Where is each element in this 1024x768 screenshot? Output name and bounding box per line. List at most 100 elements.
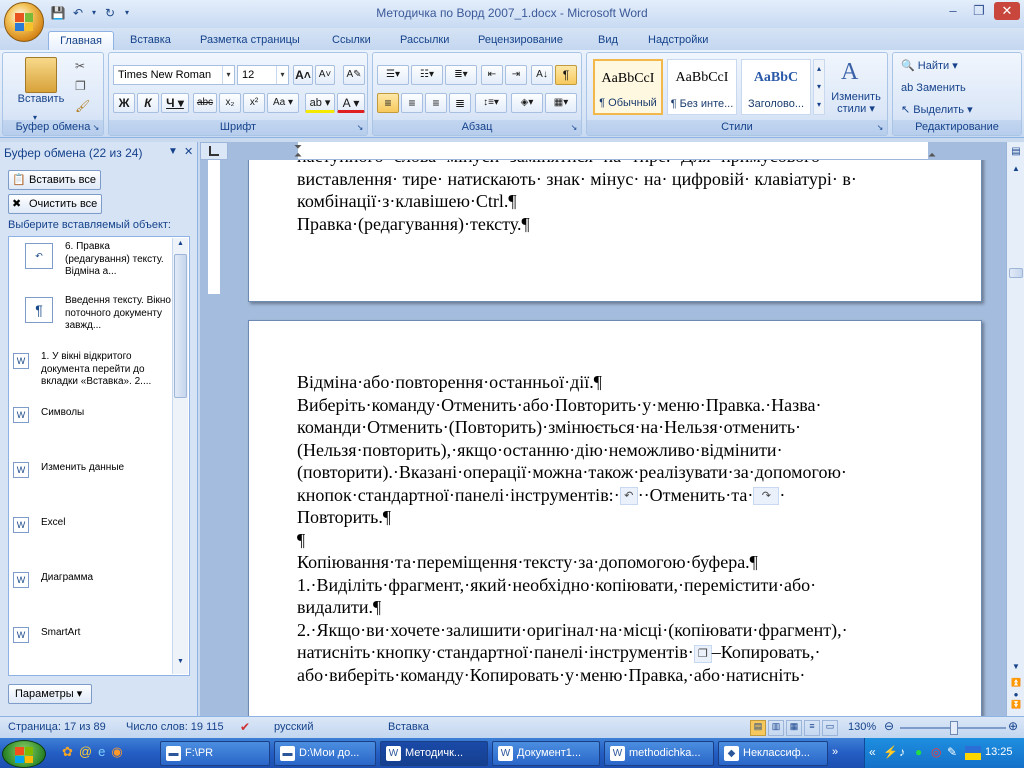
list-item[interactable]: W 1. У вікні відкритого документа перейт… [13, 351, 173, 391]
highlight-icon[interactable]: ab ▾ [305, 93, 335, 113]
styles-scroll[interactable]: ▴ ▾ ▾ [813, 59, 825, 115]
list-item[interactable]: W Excel [13, 515, 173, 535]
page[interactable]: наступного· слова· мінуси· замінятися· н… [248, 142, 982, 302]
volume-icon[interactable]: ♪ [899, 745, 905, 759]
shrink-font-icon[interactable]: A˅ [315, 65, 335, 85]
zoom-out-icon[interactable]: ⊖ [884, 719, 894, 733]
clear-formatting-icon[interactable]: A✎ [343, 65, 365, 85]
subscript-icon[interactable]: x₂ [219, 93, 241, 113]
tab-references[interactable]: Ссылки [324, 31, 379, 50]
horizontal-ruler[interactable]: ⏷ ⏶ ⏶ [228, 142, 1008, 161]
browse-object-icon[interactable]: ● [1009, 690, 1023, 700]
numbering-icon[interactable]: ☷▾ [411, 65, 443, 85]
update-icon[interactable]: ✎ [947, 745, 957, 759]
vertical-ruler[interactable] [200, 160, 226, 716]
more-windows-icon[interactable]: » [832, 746, 838, 758]
insert-mode-indicator[interactable]: Вставка [388, 721, 429, 733]
keyboard-layout-icon[interactable] [965, 746, 981, 760]
clear-all-button[interactable]: ✖ Очистить все [8, 194, 103, 214]
outline-view-icon[interactable]: ≡ [804, 720, 820, 736]
decrease-indent-icon[interactable]: ⇤ [481, 65, 503, 85]
paste-icon[interactable] [25, 57, 57, 93]
web-layout-icon[interactable]: ▦ [786, 720, 802, 736]
hanging-indent-icon[interactable]: ⏶ [294, 150, 302, 161]
change-case-icon[interactable]: Aa ▾ [267, 93, 299, 113]
select-button[interactable]: ↖ Выделить ▾ [901, 101, 973, 119]
scroll-thumb[interactable] [1009, 268, 1023, 278]
previous-page-icon[interactable]: ⏫ [1009, 678, 1023, 690]
borders-icon[interactable]: ▦▾ [545, 93, 577, 113]
style-heading[interactable]: AaBbC Заголово... [741, 59, 811, 115]
find-button[interactable]: 🔍 Найти ▾ [901, 57, 958, 75]
increase-indent-icon[interactable]: ⇥ [505, 65, 527, 85]
align-left-icon[interactable]: ≡ [377, 93, 399, 113]
dialog-launcher-icon[interactable]: ↘ [355, 123, 365, 133]
zoom-slider-thumb[interactable] [950, 721, 958, 735]
superscript-icon[interactable]: x² [243, 93, 265, 113]
line-spacing-icon[interactable]: ↕≡▾ [475, 93, 507, 113]
right-indent-icon[interactable]: ⏶ [928, 150, 936, 161]
scroll-down-icon[interactable]: ▼ [174, 658, 187, 670]
tab-page-layout[interactable]: Разметка страницы [192, 31, 308, 50]
scroll-down-icon[interactable]: ▼ [1009, 662, 1023, 674]
change-styles-button[interactable]: Изменить стили ▾ [825, 91, 887, 115]
tab-view[interactable]: Вид [590, 31, 626, 50]
network-icon[interactable]: ⚡ [883, 745, 898, 759]
clip-list-scrollbar[interactable]: ▲ ▼ [172, 238, 188, 674]
dialog-launcher-icon[interactable]: ↘ [569, 123, 579, 133]
chevron-down-icon[interactable]: ▾ [222, 66, 234, 84]
draft-view-icon[interactable]: ▭ [822, 720, 838, 736]
font-size-combo[interactable]: 12 ▾ [237, 65, 289, 85]
butterfly-icon[interactable]: ✿ [62, 744, 73, 764]
align-center-icon[interactable]: ≡ [401, 93, 423, 113]
justify-icon[interactable]: ≣ [449, 93, 471, 113]
underline-icon[interactable]: Ч ▾ [161, 93, 189, 113]
language-indicator[interactable]: русский [274, 721, 313, 733]
spelling-check-icon[interactable]: ✔ [240, 720, 250, 734]
bold-icon[interactable]: Ж [113, 93, 135, 113]
tab-selector[interactable] [200, 142, 228, 160]
taskbar-item[interactable]: ◆ Неклассиф... [718, 741, 828, 766]
tab-addins[interactable]: Надстройки [640, 31, 716, 50]
page-count[interactable]: Страница: 17 из 89 [8, 721, 106, 733]
dialog-launcher-icon[interactable]: ↘ [91, 123, 101, 133]
list-item[interactable]: ↶ 6. Правка (редагування) тексту. Відмін… [13, 241, 173, 289]
document-scrollbar[interactable]: ▤ ▲ ▼ ⏫ ● ⏬ [1006, 142, 1024, 716]
list-item[interactable]: W Символы [13, 405, 173, 425]
list-item[interactable]: W Диаграмма [13, 570, 173, 590]
tab-review[interactable]: Рецензирование [470, 31, 571, 50]
browser-icon[interactable]: e [98, 744, 105, 764]
list-item[interactable]: ¶ Введення тексту. Вікно поточного докум… [13, 295, 173, 335]
list-item[interactable]: W Изменить данные [13, 460, 173, 480]
close-icon[interactable]: ✕ [994, 2, 1020, 20]
office-button[interactable] [4, 2, 44, 42]
print-layout-icon[interactable]: ▤ [750, 720, 766, 736]
replace-button[interactable]: ab Заменить [901, 79, 966, 97]
show-formatting-icon[interactable]: ¶ [555, 65, 577, 85]
start-button[interactable] [2, 740, 46, 768]
sort-icon[interactable]: A↓ [531, 65, 553, 85]
tab-mailings[interactable]: Рассылки [392, 31, 457, 50]
scroll-up-icon[interactable]: ▲ [174, 240, 187, 252]
taskbar-item[interactable]: ▬ D:\Мои до... [274, 741, 376, 766]
options-button[interactable]: Параметры ▾ [8, 684, 92, 704]
scroll-thumb[interactable] [174, 254, 187, 398]
word-count[interactable]: Число слов: 19 115 [126, 721, 224, 733]
style-no-spacing[interactable]: AaBbCcI ¶ Без инте... [667, 59, 737, 115]
paste-all-button[interactable]: 📋 Вставить все [8, 170, 102, 190]
maximize-icon[interactable]: ❐ [966, 2, 992, 20]
bullets-icon[interactable]: ☰▾ [377, 65, 409, 85]
page[interactable]: Відміна·або·повторення·останньої·дії.¶ В… [248, 320, 982, 716]
zoom-level[interactable]: 130% [848, 721, 876, 733]
list-item[interactable]: W SmartArt [13, 625, 173, 645]
next-page-icon[interactable]: ⏬ [1009, 700, 1023, 712]
taskbar-item[interactable]: ▬ F:\PR [160, 741, 270, 766]
ruler-toggle-icon[interactable]: ▤ [1009, 146, 1023, 160]
close-icon[interactable]: ✕ [184, 145, 193, 158]
cut-icon[interactable]: ✂ [75, 59, 85, 73]
shading-icon[interactable]: ◈▾ [511, 93, 543, 113]
chevron-down-icon[interactable]: ▾ [276, 66, 288, 84]
firefox-icon[interactable]: ◉ [111, 744, 122, 764]
taskbar-item[interactable]: W Документ1... [492, 741, 600, 766]
grow-font-icon[interactable]: A˄ [293, 65, 313, 85]
